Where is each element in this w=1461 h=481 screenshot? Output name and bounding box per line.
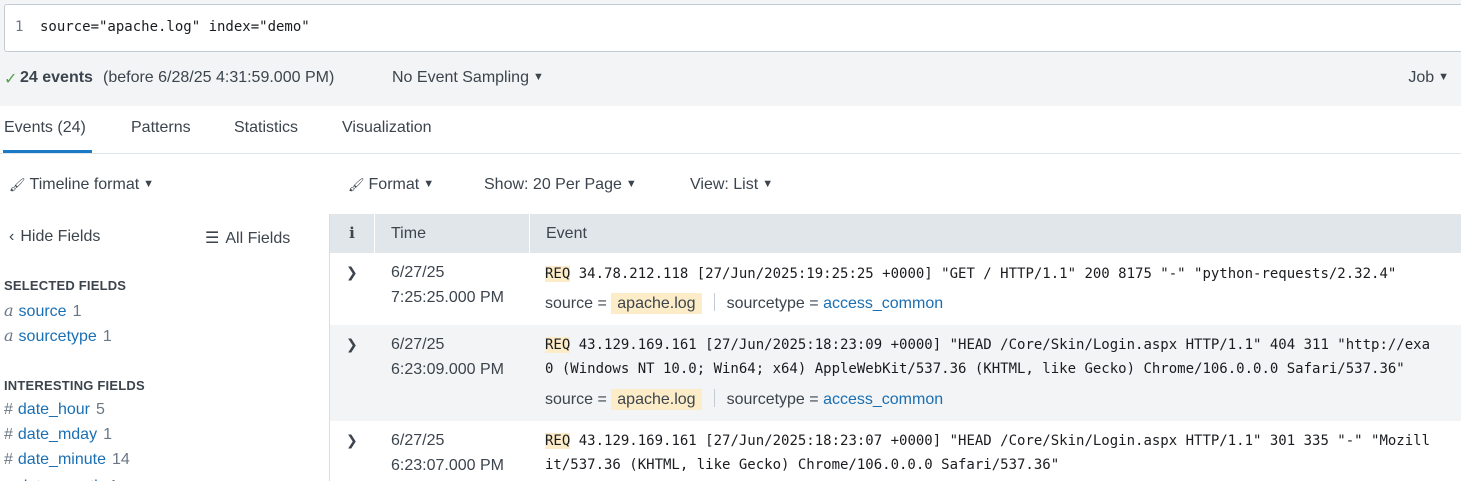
- caret-down-icon: ▼: [423, 178, 435, 190]
- tab-events[interactable]: Events (24): [4, 119, 86, 137]
- search-area: 1 source="apache.log" index="demo": [0, 0, 1461, 58]
- fields-sidebar: ‹ Hide Fields ☰ All Fields SELECTED FIELDS…: [0, 214, 330, 481]
- field-date-mday[interactable]: # date_mday 1: [4, 426, 112, 444]
- field-date-minute[interactable]: # date_minute 14: [4, 451, 130, 469]
- event-raw-text[interactable]: REQ 43.129.169.161 [27/Jun/2025:18:23:07…: [545, 429, 1461, 477]
- timeline-format-dropdown[interactable]: 🖌 Timeline format ▼: [9, 176, 154, 194]
- list-icon: ☰: [205, 230, 220, 247]
- event-raw-text[interactable]: REQ 34.78.212.118 [27/Jun/2025:19:25:25 …: [545, 262, 1461, 286]
- table-row: ❯ 6/27/25 6:23:09.000 PM REQ 43.129.169.1…: [330, 325, 1461, 421]
- sourcetype-value[interactable]: access_common: [823, 391, 943, 408]
- events-table: i Time Event ❯ 6/27/25 7:25:25.000 PM REQ…: [330, 214, 1461, 481]
- all-fields-label: All Fields: [225, 230, 291, 247]
- format-label: Format: [368, 176, 420, 193]
- brush-icon: 🖌: [9, 177, 26, 192]
- divider: [713, 293, 715, 311]
- table-header: i Time Event: [330, 214, 1461, 253]
- field-date-month[interactable]: adate_month1: [4, 476, 118, 481]
- per-page-label: Show: 20 Per Page: [484, 176, 622, 193]
- event-time: 6/27/25 6:23:09.000 PM: [391, 336, 504, 378]
- table-row: ❯ 6/27/25 6:23:07.000 PM REQ 43.129.169.1…: [330, 421, 1461, 481]
- chevron-left-icon: ‹: [9, 228, 15, 245]
- number-type-icon: #: [4, 401, 13, 418]
- brush-icon: 🖌: [348, 177, 365, 192]
- event-sampling-dropdown[interactable]: No Event Sampling ▼: [392, 69, 544, 87]
- number-type-icon: #: [4, 451, 13, 468]
- string-type-icon: a: [4, 301, 14, 320]
- tab-visualization[interactable]: Visualization: [342, 119, 432, 137]
- string-type-icon: a: [4, 326, 14, 345]
- table-row: ❯ 6/27/25 7:25:25.000 PM REQ 34.78.212.11…: [330, 253, 1461, 325]
- search-status-bar: ✓ 24 events (before 6/28/25 4:31:59.000 …: [0, 58, 1461, 106]
- time-column-header[interactable]: Time: [376, 214, 530, 253]
- chevron-right-icon[interactable]: ❯: [346, 432, 358, 449]
- event-count: 24 events: [20, 69, 93, 86]
- interesting-fields-heading: INTERESTING FIELDS: [4, 378, 145, 393]
- caret-down-icon: ▼: [762, 178, 774, 190]
- field-source[interactable]: a source 1: [4, 301, 81, 321]
- all-fields-button[interactable]: ☰ All Fields: [205, 228, 290, 248]
- format-dropdown[interactable]: 🖌 Format ▼: [348, 176, 434, 194]
- caret-down-icon: ▼: [625, 178, 637, 190]
- view-dropdown[interactable]: View: List ▼: [690, 176, 773, 194]
- source-value[interactable]: apache.log: [611, 293, 702, 314]
- job-label: Job: [1408, 69, 1435, 86]
- source-value[interactable]: apache.log: [611, 389, 702, 410]
- check-icon: ✓: [4, 71, 18, 88]
- caret-down-icon: ▼: [143, 178, 155, 190]
- field-sourcetype[interactable]: a sourcetype 1: [4, 326, 112, 346]
- events-toolbar: 🖌 Timeline format ▼ 🖌 Format ▼ Show: 20 Per …: [0, 154, 1461, 214]
- event-time: 6/27/25 7:25:25.000 PM: [391, 264, 504, 306]
- search-query[interactable]: source="apache.log" index="demo": [40, 19, 310, 35]
- tab-statistics[interactable]: Statistics: [234, 119, 298, 137]
- event-sampling-label: No Event Sampling: [392, 69, 529, 86]
- string-type-icon: a: [4, 476, 14, 481]
- hide-fields-button[interactable]: ‹ Hide Fields: [9, 228, 100, 246]
- chevron-right-icon[interactable]: ❯: [346, 264, 358, 281]
- caret-down-icon: ▼: [1438, 71, 1449, 83]
- event-fields: source = apache.log sourcetype = access_c…: [545, 389, 944, 410]
- active-tab-indicator: [3, 150, 92, 153]
- search-input[interactable]: 1 source="apache.log" index="demo": [4, 4, 1461, 52]
- per-page-dropdown[interactable]: Show: 20 Per Page ▼: [484, 176, 637, 194]
- event-time-range: (before 6/28/25 4:31:59.000 PM): [103, 69, 335, 86]
- job-menu[interactable]: Job ▼: [1408, 69, 1449, 87]
- tab-patterns[interactable]: Patterns: [131, 119, 191, 137]
- timeline-format-label: Timeline format: [29, 176, 140, 193]
- divider: [713, 389, 715, 407]
- results-tabs: Events (24) Patterns Statistics Visualiz…: [0, 106, 1461, 154]
- field-date-hour[interactable]: # date_hour 5: [4, 401, 105, 419]
- sourcetype-value[interactable]: access_common: [823, 295, 943, 312]
- event-column-header: Event: [546, 225, 587, 242]
- caret-down-icon: ▼: [532, 71, 544, 83]
- event-fields: source = apache.log sourcetype = access_c…: [545, 293, 944, 314]
- chevron-right-icon[interactable]: ❯: [346, 336, 358, 353]
- selected-fields-heading: SELECTED FIELDS: [4, 278, 127, 293]
- view-label: View: List: [690, 176, 759, 193]
- event-raw-text[interactable]: REQ 43.129.169.161 [27/Jun/2025:18:23:09…: [545, 333, 1461, 381]
- number-type-icon: #: [4, 426, 13, 443]
- hide-fields-label: Hide Fields: [20, 228, 101, 245]
- line-number: 1: [15, 19, 24, 35]
- info-column-header: i: [330, 214, 375, 253]
- event-time: 6/27/25 6:23:07.000 PM: [391, 432, 504, 474]
